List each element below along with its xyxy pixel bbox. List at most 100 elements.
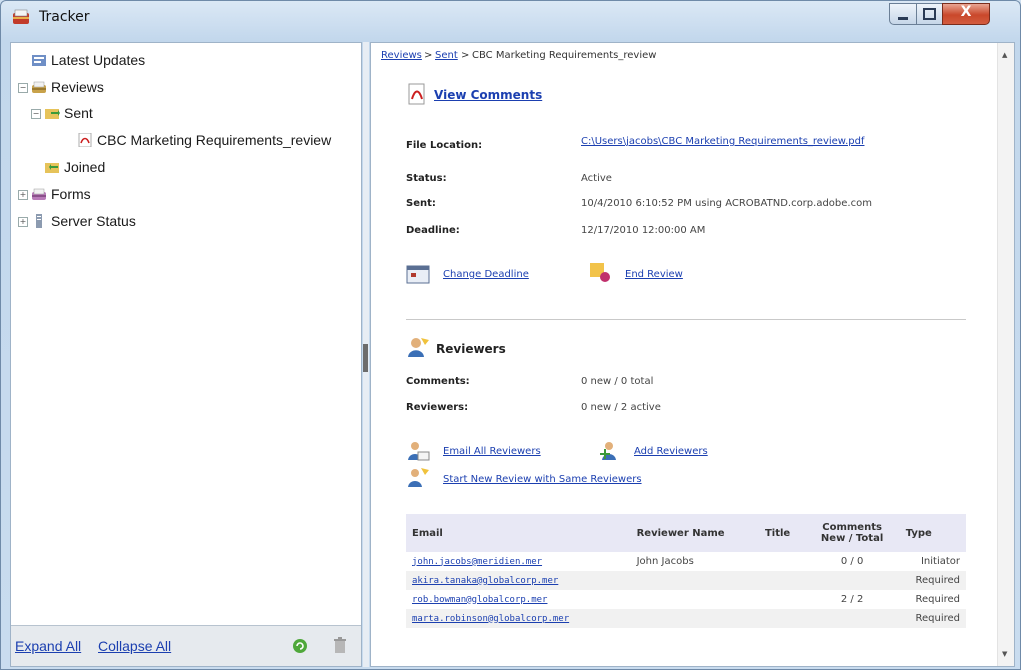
sent-folder-icon <box>45 109 60 119</box>
reviewer-email-cell[interactable]: marta.robinson@globalcorp.mer <box>406 609 631 628</box>
minimize-icon <box>898 17 908 20</box>
server-icon <box>36 214 42 228</box>
joined-folder-icon <box>45 163 59 173</box>
add-reviewers-link[interactable]: Add Reviewers <box>634 446 708 457</box>
sent-value: 10/4/2010 6:10:52 PM using ACROBATND.cor… <box>581 198 872 209</box>
column-header-email[interactable]: Email <box>406 514 631 552</box>
reviews-folder-icon <box>32 81 46 93</box>
reviewers-count-label: Reviewers: <box>406 402 469 413</box>
tree-item-server-status[interactable]: Server Status <box>51 213 136 229</box>
reviewer-email-cell[interactable]: rob.bowman@globalcorp.mer <box>406 590 631 609</box>
reviewer-email-cell[interactable]: john.jacobs@meridien.mer <box>406 552 631 571</box>
start-new-review-icon <box>408 468 429 487</box>
tree-item-cbc-marketing-review[interactable]: CBC Marketing Requirements_review <box>97 132 331 148</box>
deadline-value: 12/17/2010 12:00:00 AM <box>581 225 706 236</box>
reviewer-title-cell <box>759 552 805 571</box>
column-header-reviewer-name[interactable]: Reviewer Name <box>630 514 759 552</box>
email-reviewers-icon <box>408 442 430 461</box>
tree-item-latest-updates[interactable]: Latest Updates <box>51 52 145 68</box>
reviewers-count-value: 0 new / 2 active <box>581 402 661 413</box>
reviewer-title-cell <box>759 590 805 609</box>
details-scrollbar[interactable]: ▲ ▼ <box>997 43 1014 666</box>
start-new-review-link[interactable]: Start New Review with Same Reviewers <box>443 474 642 485</box>
breadcrumb-sent[interactable]: Sent <box>435 50 458 61</box>
reviewer-comments-cell <box>804 571 900 590</box>
pdf-comments-icon <box>408 83 425 105</box>
change-deadline-link[interactable]: Change Deadline <box>443 269 529 280</box>
maximize-icon <box>923 8 936 20</box>
server-status-expand-icon[interactable]: + <box>18 217 28 227</box>
table-row[interactable]: marta.robinson@globalcorp.mer Required <box>406 609 966 628</box>
reviewer-title-cell <box>758 571 805 590</box>
tracker-app-icon <box>13 9 29 24</box>
pdf-icon <box>78 133 92 147</box>
splitter-grip[interactable] <box>363 344 368 372</box>
view-comments-link[interactable]: View Comments <box>434 88 542 102</box>
collapse-all-link[interactable]: Collapse All <box>98 638 171 654</box>
calendar-icon <box>406 265 430 284</box>
deadline-label: Deadline: <box>406 225 460 236</box>
table-header-row: Email Reviewer Name Title Comments New /… <box>406 514 966 552</box>
window-title: Tracker <box>39 9 90 25</box>
reviewer-type-cell: Required <box>915 594 960 605</box>
breadcrumb-separator: > <box>424 50 433 61</box>
reviews-collapse-icon[interactable]: − <box>18 83 28 93</box>
column-header-title[interactable]: Title <box>758 514 805 552</box>
breadcrumb-separator: > <box>461 50 470 61</box>
reviewer-comments-cell <box>804 609 900 628</box>
sent-label: Sent: <box>406 198 436 209</box>
sent-collapse-icon[interactable]: − <box>31 109 41 119</box>
reviewer-email-cell[interactable]: akira.tanaka@globalcorp.mer <box>406 571 631 590</box>
comments-label: Comments: <box>406 376 470 387</box>
comments-value: 0 new / 0 total <box>581 376 654 387</box>
reviewer-name-cell: John Jacobs <box>636 556 694 567</box>
trash-icon[interactable] <box>333 637 347 654</box>
forms-expand-icon[interactable]: + <box>18 190 28 200</box>
file-location-label: File Location: <box>406 140 483 151</box>
reviewer-title-cell <box>758 609 805 628</box>
reviewer-name-cell <box>630 609 759 628</box>
tree-item-joined[interactable]: Joined <box>64 159 105 175</box>
reviewer-type-cell: Required <box>899 571 966 590</box>
reviewers-icon <box>408 338 429 357</box>
reviewer-name-cell <box>631 590 759 609</box>
close-icon: X <box>960 4 972 20</box>
reviewers-table: Email Reviewer Name Title Comments New /… <box>406 514 966 628</box>
expand-all-link[interactable]: Expand All <box>15 638 81 654</box>
scroll-down-icon[interactable]: ▼ <box>1002 650 1007 658</box>
section-divider <box>406 319 966 320</box>
reviewer-name-cell <box>630 571 759 590</box>
add-reviewers-icon <box>600 442 616 460</box>
updates-icon <box>32 55 46 66</box>
email-all-reviewers-link[interactable]: Email All Reviewers <box>443 446 541 457</box>
table-row[interactable]: akira.tanaka@globalcorp.mer Required <box>406 571 966 590</box>
minimize-button[interactable] <box>889 3 917 25</box>
breadcrumb-current: CBC Marketing Requirements_review <box>472 50 657 61</box>
breadcrumb-reviews[interactable]: Reviews <box>381 50 422 61</box>
navigation-pane: Latest Updates − Reviews − Sent CBC Mark… <box>10 42 362 667</box>
table-row[interactable]: rob.bowman@globalcorp.mer 2 / 2 Required <box>406 590 966 609</box>
column-header-comments[interactable]: Comments New / Total <box>804 514 900 552</box>
end-review-link[interactable]: End Review <box>625 269 683 280</box>
status-label: Status: <box>406 173 447 184</box>
file-location-link[interactable]: C:\Users\jacobs\CBC Marketing Requiremen… <box>581 136 864 147</box>
refresh-icon[interactable] <box>292 638 308 654</box>
scroll-up-icon[interactable]: ▲ <box>1002 51 1007 59</box>
tree-item-forms[interactable]: Forms <box>51 186 91 202</box>
close-button[interactable]: X <box>942 3 990 25</box>
column-header-type[interactable]: Type <box>899 514 966 552</box>
tracker-window: Tracker X Latest Updates − Reviews − Sen… <box>0 0 1021 670</box>
table-row[interactable]: john.jacobs@meridien.mer John Jacobs 0 /… <box>406 552 966 571</box>
forms-folder-icon <box>32 188 46 200</box>
reviewer-type-cell: Initiator <box>920 556 960 567</box>
reviewers-heading: Reviewers <box>436 342 506 356</box>
tree-item-reviews[interactable]: Reviews <box>51 79 104 95</box>
tree-item-sent[interactable]: Sent <box>64 105 93 121</box>
maximize-button[interactable] <box>916 3 943 25</box>
title-bar[interactable]: Tracker X <box>1 1 1020 35</box>
review-details-pane: Reviews > Sent > CBC Marketing Requireme… <box>370 42 1015 667</box>
reviewer-comments-cell: 0 / 0 <box>840 556 864 567</box>
end-review-icon <box>590 263 610 282</box>
reviewer-comments-cell: 2 / 2 <box>840 594 864 605</box>
status-value: Active <box>581 173 612 184</box>
